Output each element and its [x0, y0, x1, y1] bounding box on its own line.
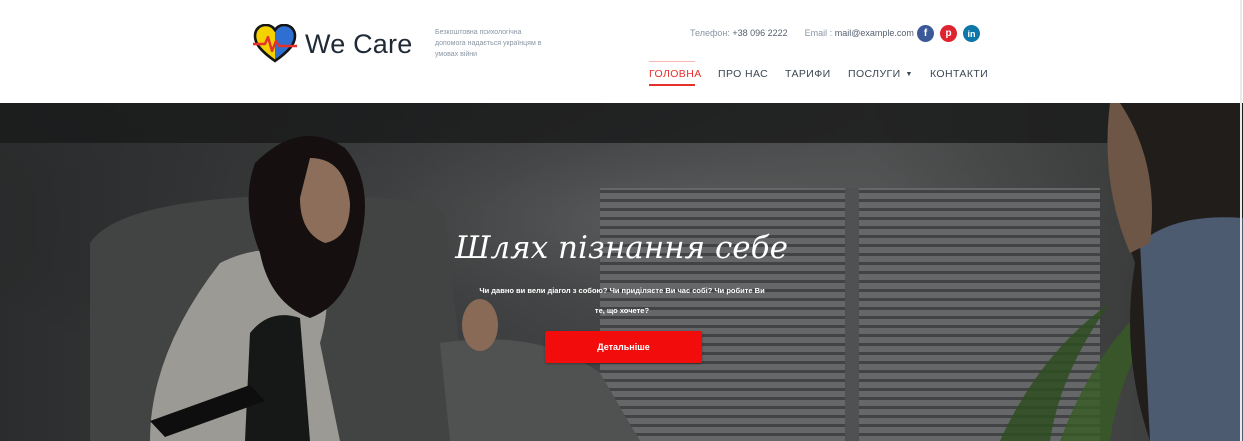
nav-active-top-line: [649, 61, 695, 62]
email-label: Email :: [804, 28, 833, 38]
nav-item-services[interactable]: ПОСЛУГИ ▼: [848, 68, 913, 80]
chevron-down-icon: ▼: [905, 71, 913, 78]
hero-subtitle: Чи давно ви вели діагол з собою? Чи прид…: [479, 286, 765, 315]
hero-title: Шлях пізнання себе: [455, 230, 788, 266]
site-header: We Care Безкоштовна психологічна допомог…: [0, 0, 1243, 103]
facebook-icon[interactable]: f: [917, 25, 934, 42]
nav-item-contacts[interactable]: КОНТАКТИ: [930, 68, 988, 80]
nav-item-pricing[interactable]: ТАРИФИ: [785, 68, 831, 80]
pinterest-icon[interactable]: p: [940, 25, 957, 42]
brand-logo-link[interactable]: We Care: [253, 23, 413, 64]
nav-item-home[interactable]: ГОЛОВНА: [649, 68, 702, 80]
linkedin-icon[interactable]: in: [963, 25, 980, 42]
email-address[interactable]: mail@example.com: [835, 28, 914, 38]
heart-logo-icon: [253, 23, 297, 64]
phone-number[interactable]: +38 096 2222: [732, 28, 787, 38]
details-button-label: Детальніше: [597, 342, 650, 352]
social-links: f p in: [917, 25, 986, 42]
nav-active-underline: [649, 84, 695, 86]
brand-tagline: Безкоштовна психологічна допомога надаєт…: [435, 29, 542, 58]
brand-name: We Care: [305, 28, 413, 59]
hero-overlay: [0, 103, 1243, 441]
nav-item-about[interactable]: ПРО НАС: [718, 68, 768, 80]
contact-info: Телефон: +38 096 2222 Email : mail@examp…: [690, 28, 914, 38]
nav-item-services-label: ПОСЛУГИ: [848, 68, 901, 80]
hero-banner: Шлях пізнання себе Чи давно ви вели діаг…: [0, 103, 1243, 441]
phone-label: Телефон:: [690, 28, 730, 38]
page-edge-scrollbar: [1240, 0, 1242, 441]
details-button[interactable]: Детальніше: [545, 331, 702, 363]
